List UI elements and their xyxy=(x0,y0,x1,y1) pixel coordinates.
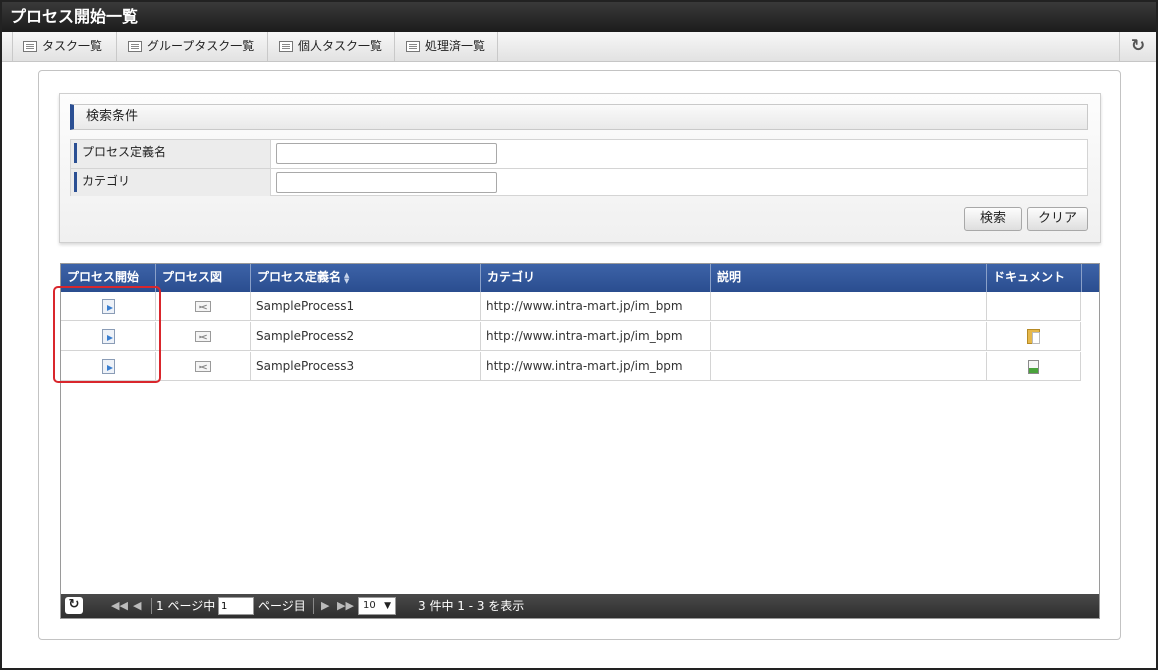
column-header-start: プロセス開始 xyxy=(61,264,156,292)
category-input[interactable] xyxy=(276,172,497,193)
list-icon xyxy=(406,41,420,52)
list-icon xyxy=(23,41,37,52)
category-cell: http://www.intra-mart.jp/im_bpm xyxy=(481,352,711,381)
tab-label: タスク一覧 xyxy=(42,39,103,53)
column-label: ドキュメント xyxy=(993,270,1066,284)
document-cell xyxy=(987,322,1081,351)
pager-divider xyxy=(313,598,314,614)
process-name-input[interactable] xyxy=(276,143,497,164)
last-page-icon[interactable]: ▶▶ xyxy=(337,596,354,616)
column-header-category[interactable]: カテゴリ xyxy=(481,264,711,292)
column-header-diagram: プロセス図 xyxy=(156,264,251,292)
search-row-category: カテゴリ xyxy=(71,168,1087,196)
process-start-cell xyxy=(61,352,156,381)
chevron-down-icon: ▼ xyxy=(384,601,391,611)
process-start-cell xyxy=(61,322,156,351)
process-diagram-icon[interactable] xyxy=(195,331,211,342)
process-start-icon[interactable] xyxy=(101,299,115,314)
column-header-document: ドキュメント xyxy=(987,264,1082,292)
list-icon xyxy=(128,41,142,52)
process-start-icon[interactable] xyxy=(101,359,115,374)
next-page-icon[interactable]: ▶ xyxy=(321,596,329,616)
process-start-icon[interactable] xyxy=(101,329,115,344)
refresh-icon[interactable]: ↻ xyxy=(65,597,83,614)
first-page-icon[interactable]: ◀◀ xyxy=(111,596,128,616)
tab-label: 個人タスク一覧 xyxy=(298,39,383,53)
description-cell xyxy=(711,322,987,351)
clear-button[interactable]: クリア xyxy=(1027,207,1088,231)
process-diagram-cell xyxy=(156,352,251,381)
reload-icon[interactable]: ↻ xyxy=(1119,32,1156,61)
description-cell xyxy=(711,292,987,321)
tab-group-task-list[interactable]: グループタスク一覧 xyxy=(117,32,268,61)
main-panel: 検索条件 プロセス定義名 カテゴリ 検索 クリア プロセス開始 プロセス図 プロ… xyxy=(38,70,1121,640)
process-name-cell: SampleProcess1 xyxy=(251,292,481,321)
search-panel: 検索条件 プロセス定義名 カテゴリ 検索 クリア xyxy=(59,93,1101,243)
category-cell: http://www.intra-mart.jp/im_bpm xyxy=(481,322,711,351)
app-window: プロセス開始一覧 タスク一覧 グループタスク一覧 個人タスク一覧 処理済一覧 ↻… xyxy=(0,0,1158,670)
page-prefix: 1 ページ中 xyxy=(156,599,216,613)
process-name-cell: SampleProcess3 xyxy=(251,352,481,381)
field-label: プロセス定義名 xyxy=(71,140,271,168)
document-cell xyxy=(987,292,1081,321)
table-row: SampleProcess3 http://www.intra-mart.jp/… xyxy=(61,352,1081,381)
page-size-select[interactable]: 10 ▼ xyxy=(358,597,396,615)
description-cell xyxy=(711,352,987,381)
process-diagram-icon[interactable] xyxy=(195,361,211,372)
column-label: カテゴリ xyxy=(487,270,536,284)
sort-icon[interactable]: ▲ ▼ xyxy=(344,271,349,284)
search-button[interactable]: 検索 xyxy=(964,207,1022,231)
search-row-process-name: プロセス定義名 xyxy=(71,140,1087,168)
grid-header: プロセス開始 プロセス図 プロセス定義名 ▲ ▼ カテゴリ 説明 ドキュメント xyxy=(61,264,1099,292)
column-label: プロセス定義名 xyxy=(257,270,342,284)
process-diagram-cell xyxy=(156,322,251,351)
list-icon xyxy=(279,41,293,52)
process-diagram-cell xyxy=(156,292,251,321)
search-form: プロセス定義名 カテゴリ xyxy=(70,139,1088,196)
page-title: プロセス開始一覧 xyxy=(2,2,1156,32)
folder-icon[interactable] xyxy=(1027,329,1040,344)
field-label: カテゴリ xyxy=(71,169,271,196)
tab-label: グループタスク一覧 xyxy=(147,39,255,53)
column-header-description[interactable]: 説明 xyxy=(711,264,987,292)
column-label: 説明 xyxy=(717,270,742,284)
tab-label: 処理済一覧 xyxy=(425,39,486,53)
tab-processed-list[interactable]: 処理済一覧 xyxy=(395,32,498,61)
category-cell: http://www.intra-mart.jp/im_bpm xyxy=(481,292,711,321)
prev-page-icon[interactable]: ◀ xyxy=(133,596,141,616)
column-label: プロセス開始 xyxy=(67,270,140,284)
tab-task-list[interactable]: タスク一覧 xyxy=(12,32,117,61)
pager: ↻ ◀◀ ◀ 1 ページ中 ページ目 ▶ ▶▶ 10 ▼ 3 件中 1 - 3 … xyxy=(61,594,1099,618)
process-diagram-icon[interactable] xyxy=(195,301,211,312)
tab-personal-task-list[interactable]: 個人タスク一覧 xyxy=(268,32,395,61)
table-row: SampleProcess1 http://www.intra-mart.jp/… xyxy=(61,292,1081,321)
search-header: 検索条件 xyxy=(70,104,1088,130)
process-grid: プロセス開始 プロセス図 プロセス定義名 ▲ ▼ カテゴリ 説明 ドキュメント Sa… xyxy=(60,263,1100,619)
document-cell xyxy=(987,352,1081,381)
pager-divider xyxy=(151,598,152,614)
process-name-cell: SampleProcess2 xyxy=(251,322,481,351)
nav-tabs: タスク一覧 グループタスク一覧 個人タスク一覧 処理済一覧 ↻ xyxy=(2,32,1156,62)
page-suffix: ページ目 xyxy=(258,599,306,613)
process-start-cell xyxy=(61,292,156,321)
document-icon[interactable] xyxy=(1028,359,1039,374)
table-row: SampleProcess2 http://www.intra-mart.jp/… xyxy=(61,322,1081,351)
pager-summary: 3 件中 1 - 3 を表示 xyxy=(418,599,525,613)
page-size-value: 10 xyxy=(363,600,376,611)
column-label: プロセス図 xyxy=(162,270,223,284)
page-number-input[interactable] xyxy=(218,597,254,615)
column-header-process-name[interactable]: プロセス定義名 ▲ ▼ xyxy=(251,264,481,292)
